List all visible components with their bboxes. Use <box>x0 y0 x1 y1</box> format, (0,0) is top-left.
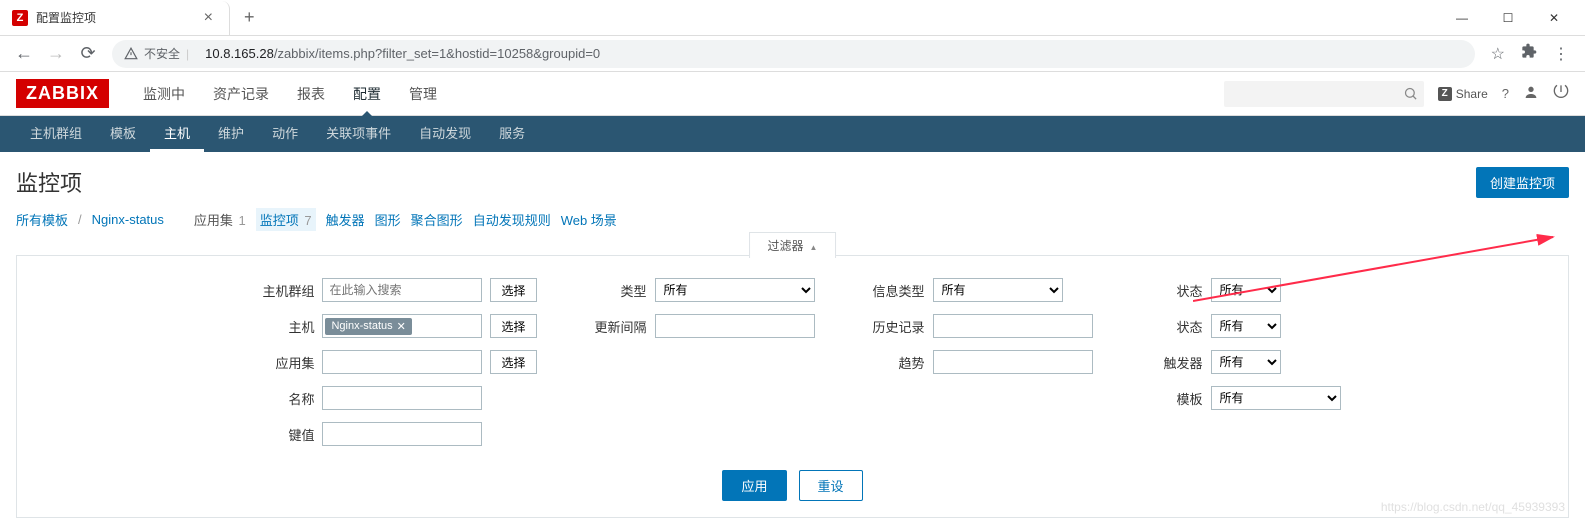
subnav-discovery[interactable]: 自动发现 <box>405 116 485 152</box>
select-status[interactable]: 所有 <box>1211 278 1281 302</box>
watermark: https://blog.csdn.net/qq_45939393 <box>1381 500 1565 514</box>
label-host: 主机 <box>244 317 314 336</box>
select-type[interactable]: 所有 <box>655 278 815 302</box>
label-status: 状态 <box>1133 281 1203 300</box>
crumb-web[interactable]: Web 场景 <box>561 210 617 229</box>
pick-hostgroup-button[interactable]: 选择 <box>490 278 536 302</box>
url-text: 10.8.165.28/zabbix/items.php?filter_set=… <box>205 46 600 61</box>
extensions-icon[interactable] <box>1521 43 1537 64</box>
tag-remove-icon[interactable]: ✕ <box>397 320 406 333</box>
tab-favicon-icon: Z <box>12 10 28 26</box>
select-state[interactable]: 所有 <box>1211 314 1281 338</box>
input-host[interactable]: Nginx-status ✕ <box>322 314 482 338</box>
input-key[interactable] <box>322 422 482 446</box>
reload-button[interactable]: ⟳ <box>72 38 104 70</box>
crumb-applications[interactable]: 应用集 1 <box>194 210 246 229</box>
select-infotype[interactable]: 所有 <box>933 278 1063 302</box>
insecure-badge[interactable]: 不安全 | <box>124 45 195 62</box>
crumb-screens[interactable]: 聚合图形 <box>411 210 463 229</box>
share-button[interactable]: Z Share <box>1438 87 1488 101</box>
crumb-items[interactable]: 监控项 7 <box>256 208 316 231</box>
filter-panel: 过滤器 主机群组 选择 主机 Nginx-status ✕ 选择 应用集 选择 <box>16 255 1569 518</box>
sub-nav: 主机群组 模板 主机 维护 动作 关联项事件 自动发现 服务 <box>0 116 1585 152</box>
input-application[interactable] <box>322 350 482 374</box>
crumb-triggers[interactable]: 触发器 <box>326 210 365 229</box>
label-infotype: 信息类型 <box>855 281 925 300</box>
share-badge-icon: Z <box>1438 87 1452 101</box>
page-title: 监控项 <box>16 166 82 198</box>
label-interval: 更新间隔 <box>577 317 647 336</box>
create-item-button[interactable]: 创建监控项 <box>1476 167 1569 198</box>
browser-address-bar: ← → ⟳ 不安全 | 10.8.165.28/zabbix/items.php… <box>0 36 1585 72</box>
browser-tabstrip: Z 配置监控项 × + — ☐ ✕ <box>0 0 1585 36</box>
pick-host-button[interactable]: 选择 <box>490 314 536 338</box>
forward-button: → <box>40 38 72 70</box>
label-template: 模板 <box>1133 389 1203 408</box>
label-state: 状态 <box>1133 317 1203 336</box>
subnav-hosts[interactable]: 主机 <box>150 116 204 152</box>
crumb-sep: / <box>78 212 82 227</box>
input-hostgroup[interactable] <box>322 278 482 302</box>
subnav-actions[interactable]: 动作 <box>258 116 312 152</box>
search-icon <box>1403 86 1418 101</box>
select-triggers[interactable]: 所有 <box>1211 350 1281 374</box>
select-template[interactable]: 所有 <box>1211 386 1341 410</box>
menu-icon[interactable]: ⋮ <box>1553 44 1569 64</box>
host-tag: Nginx-status ✕ <box>325 318 411 335</box>
input-trends[interactable] <box>933 350 1093 374</box>
top-nav: 监测中 资产记录 报表 配置 管理 <box>129 72 451 116</box>
label-history: 历史记录 <box>855 317 925 336</box>
bookmark-icon[interactable]: ☆ <box>1491 44 1505 64</box>
tab-close-icon[interactable]: × <box>200 9 217 27</box>
subnav-maintenance[interactable]: 维护 <box>204 116 258 152</box>
nav-inventory[interactable]: 资产记录 <box>199 72 283 116</box>
nav-monitoring[interactable]: 监测中 <box>129 72 199 116</box>
label-application: 应用集 <box>244 353 314 372</box>
search-input[interactable] <box>1224 81 1424 107</box>
apply-button[interactable]: 应用 <box>722 470 786 501</box>
filter-toggle[interactable]: 过滤器 <box>749 232 837 258</box>
url-input[interactable]: 不安全 | 10.8.165.28/zabbix/items.php?filte… <box>112 40 1475 68</box>
user-icon[interactable] <box>1523 84 1539 103</box>
input-name[interactable] <box>322 386 482 410</box>
input-interval[interactable] <box>655 314 815 338</box>
back-button[interactable]: ← <box>8 38 40 70</box>
subnav-templates[interactable]: 模板 <box>96 116 150 152</box>
window-minimize-icon[interactable]: — <box>1439 3 1485 33</box>
page-title-row: 监控项 创建监控项 <box>0 152 1585 208</box>
subnav-correlation[interactable]: 关联项事件 <box>312 116 405 152</box>
window-controls: — ☐ ✕ <box>1439 3 1585 33</box>
header-search[interactable] <box>1224 81 1424 107</box>
crumb-discovery-rules[interactable]: 自动发现规则 <box>473 210 551 229</box>
nav-reports[interactable]: 报表 <box>283 72 339 116</box>
label-key: 键值 <box>244 425 314 444</box>
label-triggers: 触发器 <box>1133 353 1203 372</box>
browser-tab[interactable]: Z 配置监控项 × <box>0 1 230 35</box>
window-close-icon[interactable]: ✕ <box>1531 3 1577 33</box>
crumb-all-templates[interactable]: 所有模板 <box>16 210 68 229</box>
subnav-hostgroups[interactable]: 主机群组 <box>16 116 96 152</box>
label-trends: 趋势 <box>855 353 925 372</box>
pick-application-button[interactable]: 选择 <box>490 350 536 374</box>
nav-configuration[interactable]: 配置 <box>339 72 395 116</box>
label-name: 名称 <box>244 389 314 408</box>
nav-administration[interactable]: 管理 <box>395 72 451 116</box>
zabbix-logo[interactable]: ZABBIX <box>16 79 109 108</box>
warning-icon <box>124 47 138 61</box>
new-tab-button[interactable]: + <box>230 7 269 28</box>
logout-icon[interactable] <box>1553 84 1569 103</box>
crumb-nginx-status[interactable]: Nginx-status <box>92 212 164 227</box>
subnav-services[interactable]: 服务 <box>485 116 539 152</box>
help-icon[interactable]: ? <box>1502 86 1509 101</box>
tab-title: 配置监控项 <box>36 9 200 26</box>
crumb-graphs[interactable]: 图形 <box>375 210 401 229</box>
label-hostgroup: 主机群组 <box>244 281 314 300</box>
label-type: 类型 <box>577 281 647 300</box>
app-header: ZABBIX 监测中 资产记录 报表 配置 管理 Z Share ? <box>0 72 1585 116</box>
reset-button[interactable]: 重设 <box>799 470 863 501</box>
window-maximize-icon[interactable]: ☐ <box>1485 3 1531 33</box>
input-history[interactable] <box>933 314 1093 338</box>
